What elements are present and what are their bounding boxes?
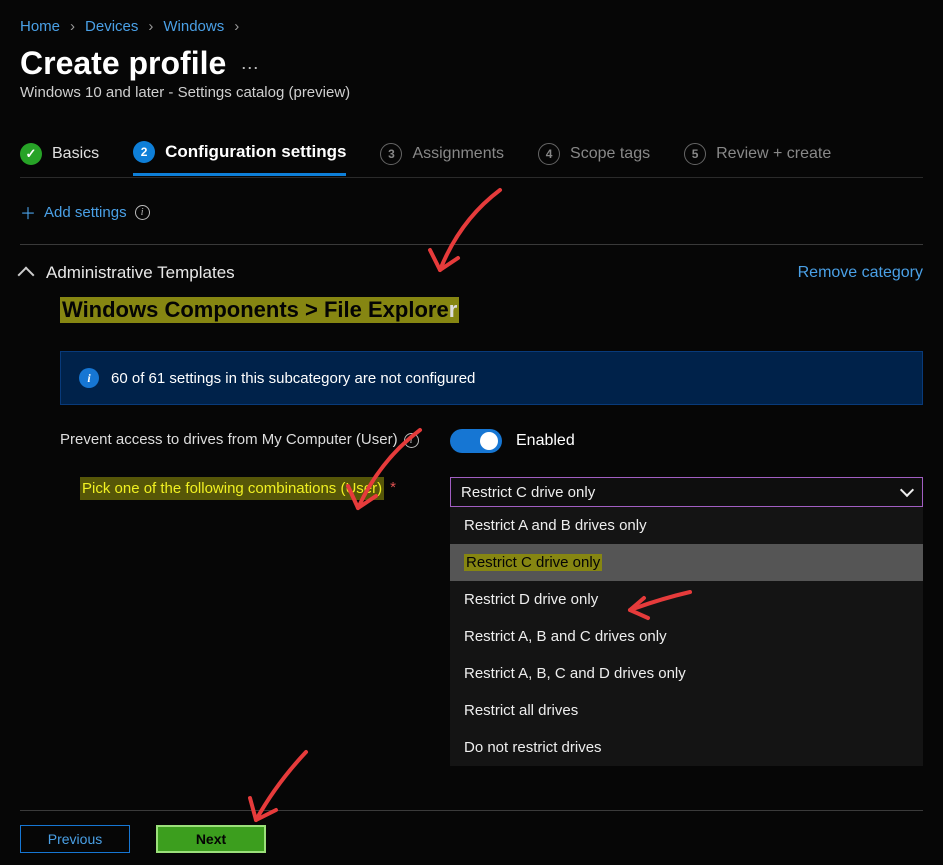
step-review-create[interactable]: 5 Review + create [684,143,831,175]
breadcrumb-separator: › [148,18,153,35]
sub-setting-label: Pick one of the following combinations (… [80,477,384,500]
select-value: Restrict C drive only [461,484,595,501]
plus-icon: ＋ [20,200,36,224]
category-path: Windows Components > File Explorer [60,297,459,323]
select-option[interactable]: Restrict A, B, C and D drives only [450,655,923,692]
setting-label: Prevent access to drives from My Compute… [60,429,450,452]
toggle-label: Enabled [516,432,575,450]
banner-text: 60 of 61 settings in this subcategory ar… [111,370,475,387]
section-title: Administrative Templates [46,263,235,283]
step-scope-tags[interactable]: 4 Scope tags [538,143,650,175]
select-option[interactable]: Do not restrict drives [450,729,923,766]
required-marker: * [390,477,396,500]
select-option[interactable]: Restrict C drive only [450,544,923,581]
page-title: Create profile [20,45,226,82]
select-options: Restrict A and B drives onlyRestrict C d… [450,507,923,766]
add-settings-link[interactable]: ＋ Add settings i [0,178,943,244]
breadcrumb-separator: › [70,18,75,35]
breadcrumb-home[interactable]: Home [20,18,60,35]
select-option[interactable]: Restrict A, B and C drives only [450,618,923,655]
step-configuration-settings[interactable]: 2 Configuration settings [133,141,346,176]
collapse-icon[interactable] [18,267,35,284]
breadcrumb-devices[interactable]: Devices [85,18,138,35]
step-label: Assignments [412,145,504,163]
step-assignments[interactable]: 3 Assignments [380,143,504,175]
step-label: Scope tags [570,145,650,163]
breadcrumb: Home › Devices › Windows › [0,0,943,45]
step-basics[interactable]: Basics [20,143,99,175]
select-option[interactable]: Restrict all drives [450,692,923,729]
step-number: 3 [380,143,402,165]
select-option[interactable]: Restrict A and B drives only [450,507,923,544]
more-menu-icon[interactable]: ⋯ [241,58,259,78]
info-banner: i 60 of 61 settings in this subcategory … [60,351,923,405]
step-number [20,143,42,165]
step-number: 5 [684,143,706,165]
add-settings-label: Add settings [44,204,127,221]
step-number: 2 [133,141,155,163]
enabled-toggle[interactable] [450,429,502,453]
step-label: Basics [52,145,99,163]
breadcrumb-separator: › [234,18,239,35]
combinations-select[interactable]: Restrict C drive only [450,477,923,507]
previous-button[interactable]: Previous [20,825,130,853]
next-button[interactable]: Next [156,825,266,853]
info-icon[interactable]: i [404,433,419,448]
step-number: 4 [538,143,560,165]
remove-category-link[interactable]: Remove category [798,264,923,282]
select-option[interactable]: Restrict D drive only [450,581,923,618]
info-icon[interactable]: i [135,205,150,220]
wizard-stepper: Basics 2 Configuration settings 3 Assignment… [0,111,943,177]
step-label: Configuration settings [165,142,346,162]
divider [20,810,923,811]
step-label: Review + create [716,145,831,163]
chevron-down-icon [900,483,914,497]
page-header: Create profile ⋯ Windows 10 and later - … [0,45,943,111]
annotation-arrow [236,744,326,834]
page-subtitle: Windows 10 and later - Settings catalog … [20,84,923,101]
breadcrumb-windows[interactable]: Windows [163,18,224,35]
wizard-footer: Previous Next [20,825,266,853]
info-icon: i [79,368,99,388]
section-header: Administrative Templates Remove category [0,245,943,297]
